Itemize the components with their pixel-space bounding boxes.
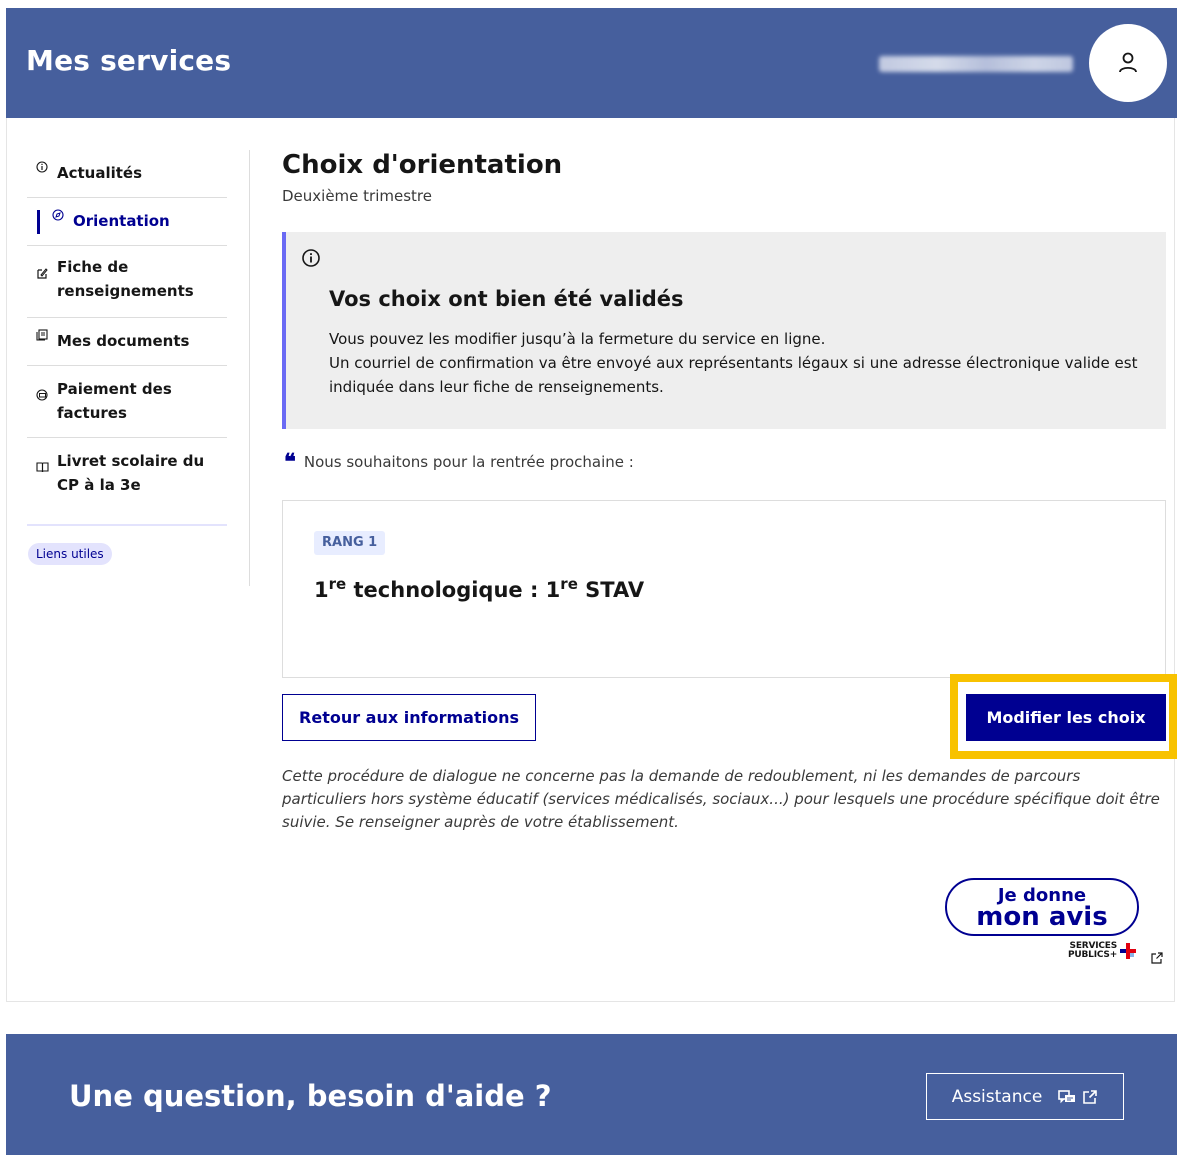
site-header: Mes services — [6, 8, 1177, 118]
sidebar-item-orientation[interactable]: Orientation — [27, 198, 227, 246]
feedback-link[interactable]: Je donne mon avis SERVICES PUBLICS+ — [945, 878, 1166, 968]
alert-line: Un courriel de confirmation va être envo… — [329, 354, 1138, 396]
sidebar-item-livret-scolaire[interactable]: Livret scolaire du CP à la 3e — [27, 438, 227, 510]
sidebar-item-label: Mes documents — [57, 332, 190, 350]
rank-badge: RANG 1 — [314, 531, 386, 555]
alert-body: Vous pouvez les modifier jusqu’à la ferm… — [329, 327, 1149, 399]
alert-title: Vos choix ont bien été validés — [329, 287, 684, 311]
info-alert: Vos choix ont bien été validés Vous pouv… — [282, 232, 1166, 429]
sidebar-divider — [249, 150, 250, 586]
sidebar-item-label: Actualités — [57, 164, 143, 182]
services-publics-plus-icon — [1120, 943, 1137, 959]
account-button[interactable] — [1089, 24, 1167, 102]
help-title: Une question, besoin d'aide ? — [69, 1079, 552, 1113]
side-navigation: Actualités Orientation Fiche de renseign… — [27, 150, 250, 586]
help-footer: Une question, besoin d'aide ? Assistance — [6, 1034, 1177, 1155]
services-publics-logo: SERVICES PUBLICS+ — [1068, 942, 1137, 960]
sidebar-item-paiement-factures[interactable]: Paiement des factures — [27, 366, 227, 438]
user-icon — [1119, 52, 1137, 73]
payment-icon — [35, 389, 49, 401]
useful-links-tag[interactable]: Liens utiles — [28, 543, 112, 565]
sidebar-item-mes-documents[interactable]: Mes documents — [27, 318, 227, 366]
assistance-button[interactable]: Assistance — [926, 1073, 1124, 1120]
compass-icon — [51, 209, 65, 221]
choice-label: 1re technologique : 1re STAV — [314, 575, 645, 602]
quote-icon: ❝ — [284, 448, 296, 475]
choice-card: RANG 1 1re technologique : 1re STAV — [282, 500, 1166, 678]
page-title: Choix d'orientation — [282, 150, 563, 180]
sidebar-item-label: Paiement des factures — [57, 380, 172, 422]
feedback-line-2: mon avis — [976, 902, 1108, 932]
site-title[interactable]: Mes services — [26, 44, 231, 77]
back-to-information-button[interactable]: Retour aux informations — [282, 694, 536, 741]
book-icon — [35, 461, 49, 473]
wish-statement: ❝ Nous souhaitons pour la rentrée procha… — [284, 448, 634, 475]
sidebar-item-fiche-renseignements[interactable]: Fiche de renseignements — [27, 246, 227, 318]
external-link-icon — [1083, 1089, 1098, 1104]
external-link-icon — [1151, 949, 1163, 968]
edit-form-icon — [35, 267, 49, 279]
sidebar-separator — [27, 524, 227, 526]
je-donne-mon-avis-button[interactable]: Je donne mon avis — [945, 878, 1139, 936]
alert-line: Vous pouvez les modifier jusqu’à la ferm… — [329, 330, 826, 348]
sidebar-item-label: Fiche de renseignements — [57, 258, 194, 300]
assistance-label: Assistance — [951, 1086, 1043, 1107]
modify-choices-button[interactable]: Modifier les choix — [966, 694, 1166, 741]
user-name-blurred — [879, 56, 1073, 72]
page-subtitle: Deuxième trimestre — [282, 187, 432, 205]
sidebar-item-label: Livret scolaire du CP à la 3e — [57, 452, 205, 494]
support-chat-icon — [1058, 1089, 1076, 1103]
info-icon — [301, 248, 321, 272]
info-icon — [35, 161, 49, 173]
documents-icon — [35, 329, 49, 341]
sidebar-item-label: Orientation — [73, 212, 170, 230]
wish-text: Nous souhaitons pour la rentrée prochain… — [303, 453, 634, 471]
procedure-disclaimer: Cette procédure de dialogue ne concerne … — [282, 767, 1160, 831]
sidebar-item-actualites[interactable]: Actualités — [27, 150, 227, 198]
